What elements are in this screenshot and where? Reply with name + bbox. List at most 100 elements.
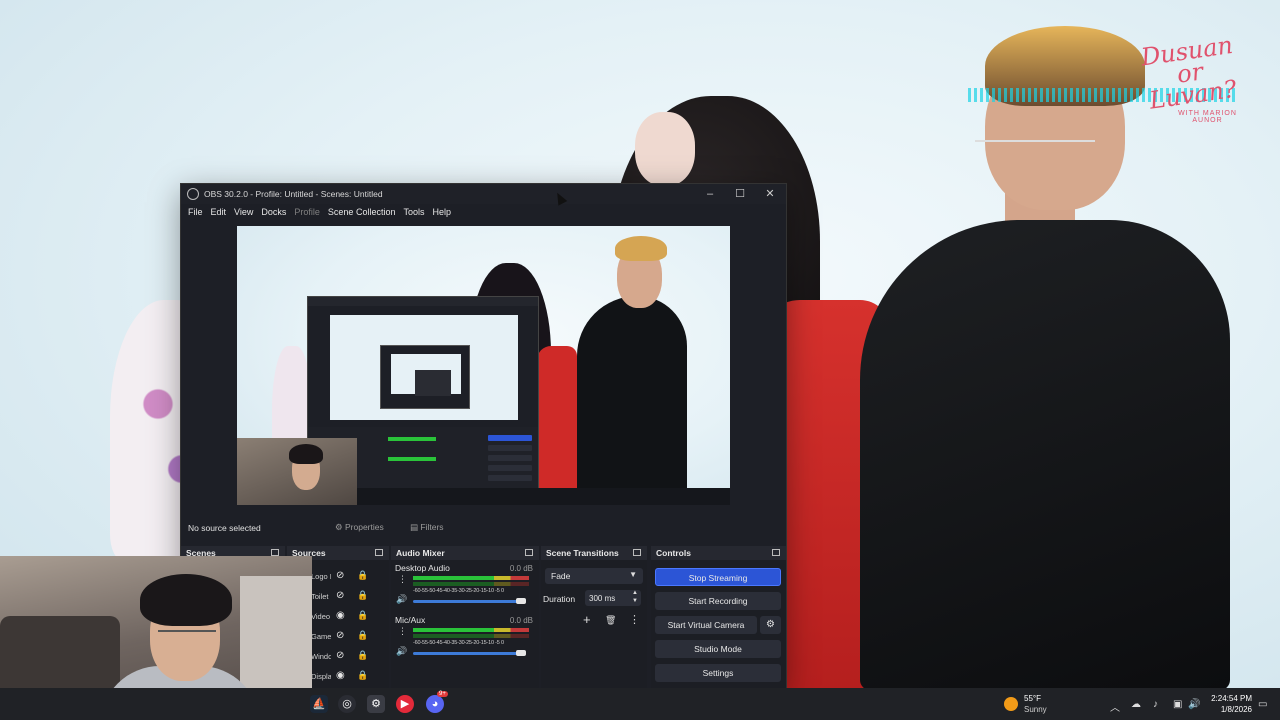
volume-slider[interactable] (413, 652, 521, 655)
meter-scale: -60-55-50-45-40-35-30-25-20-15-10 -5 0 (413, 640, 504, 646)
eye-icon[interactable]: ◉ (336, 670, 345, 681)
eye-icon[interactable]: ◉ (336, 610, 345, 621)
title-bar[interactable]: OBS 30.2.0 - Profile: Untitled - Scenes:… (181, 184, 786, 204)
lock-icon[interactable]: 🔒 (357, 570, 368, 581)
controls-dock: Controls Stop Streaming Start Recording … (651, 546, 786, 688)
eye-hidden-icon[interactable]: ⊘ (336, 590, 344, 601)
volume-slider-handle[interactable] (516, 598, 526, 604)
steam-icon[interactable]: ⛵ (310, 695, 328, 713)
menu-profile[interactable]: Profile (293, 207, 321, 217)
source-label: Windo (311, 652, 331, 661)
transition-select[interactable]: Fade ▼ (545, 568, 643, 584)
filters-button[interactable]: ▤ Filters (406, 519, 444, 535)
notification-icon[interactable]: ▭ (1258, 699, 1267, 710)
glasses (975, 140, 1095, 142)
add-transition-icon[interactable]: + (583, 612, 591, 627)
scene-transitions-header: Scene Transitions (541, 546, 647, 560)
undock-icon[interactable] (633, 549, 641, 556)
lock-icon[interactable]: 🔒 (357, 670, 368, 681)
sun-icon[interactable] (1004, 697, 1018, 711)
clock-time[interactable]: 2:24:54 PM (1200, 694, 1252, 703)
maximize-button[interactable]: ☐ (725, 184, 755, 204)
network-icon[interactable]: ▣ (1173, 699, 1182, 710)
filter-icon: ▤ (410, 522, 419, 532)
duration-value: 300 ms (589, 594, 616, 603)
undock-icon[interactable] (271, 549, 279, 556)
source-toolbar: No source selected ⚙ Properties ▤ Filter… (181, 514, 786, 540)
audio-meter (413, 628, 529, 632)
menu-bar: File Edit View Docks Profile Scene Colle… (181, 204, 786, 220)
lock-icon[interactable]: 🔒 (357, 610, 368, 621)
menu-docks[interactable]: Docks (260, 207, 287, 217)
kebab-menu-icon[interactable]: ⋮ (398, 626, 407, 637)
undock-icon[interactable] (772, 549, 780, 556)
brand-logo-subtitle: WITH MARION AUNOR (1178, 110, 1237, 124)
eye-hidden-icon[interactable]: ⊘ (336, 650, 344, 661)
preview-man-jacket (577, 296, 687, 505)
lock-icon[interactable]: 🔒 (357, 630, 368, 641)
spin-up-icon[interactable]: ▲ (632, 590, 638, 596)
duration-spinbox[interactable]: 300 ms ▲ ▼ (585, 590, 641, 606)
menu-edit[interactable]: Edit (210, 207, 228, 217)
studio-mode-button[interactable]: Studio Mode (655, 640, 781, 658)
source-label: Displa (311, 672, 331, 681)
eye-hidden-icon[interactable]: ⊘ (336, 630, 344, 641)
scene-transitions-title: Scene Transitions (546, 548, 619, 558)
nested-meter (388, 457, 436, 461)
spin-down-icon[interactable]: ▼ (632, 598, 638, 604)
weather-description[interactable]: Sunny (1024, 705, 1047, 714)
source-label: Video (311, 612, 331, 621)
preview-canvas[interactable] (237, 226, 730, 505)
menu-view[interactable]: View (233, 207, 254, 217)
close-button[interactable]: ✕ (755, 184, 785, 204)
controls-title: Controls (656, 548, 691, 558)
nested-preview-2 (391, 354, 461, 396)
chevron-up-icon[interactable]: ︿ (1110, 699, 1120, 714)
menu-tools[interactable]: Tools (402, 207, 425, 217)
start-recording-button[interactable]: Start Recording (655, 592, 781, 610)
settings-button[interactable]: Settings (655, 664, 781, 682)
weather-temperature[interactable]: 55°F (1024, 694, 1041, 703)
preview-taskbar (357, 488, 730, 505)
cloud-icon[interactable]: ☁ (1131, 699, 1141, 710)
volume-icon[interactable]: 🔊 (1188, 699, 1200, 710)
nested-button (488, 465, 532, 471)
kebab-menu-icon[interactable]: ⋮ (629, 613, 640, 626)
lock-icon[interactable]: 🔒 (357, 650, 368, 661)
speaker-icon[interactable]: 🔊 (396, 646, 407, 657)
clock-date[interactable]: 1/8/2026 (1200, 705, 1252, 714)
source-label: Game (311, 632, 331, 641)
webcam-glasses (158, 630, 216, 632)
stop-streaming-button[interactable]: Stop Streaming (655, 568, 781, 586)
volume-slider-handle[interactable] (516, 650, 526, 656)
undock-icon[interactable] (525, 549, 533, 556)
obs-taskbar-icon[interactable]: ◎ (338, 695, 356, 713)
meter-scale: -60-55-50-45-40-35-30-25-20-15-10 -5 0 (413, 588, 504, 594)
preview-red-top (537, 346, 577, 505)
settings-gear-icon[interactable]: ⚙ (367, 695, 385, 713)
properties-button[interactable]: ⚙ Properties (331, 519, 384, 535)
start-virtual-camera-button[interactable]: Start Virtual Camera (655, 616, 757, 634)
microphone-icon[interactable]: ♪ (1153, 699, 1158, 710)
menu-scene-collection[interactable]: Scene Collection (327, 207, 397, 217)
mixer-channel-name: Desktop Audio (395, 563, 450, 573)
media-player-icon[interactable]: ▶ (396, 695, 414, 713)
virtual-camera-settings-gear-icon[interactable]: ⚙ (760, 616, 781, 634)
menu-file[interactable]: File (187, 207, 204, 217)
trash-icon[interactable]: 🗑 (605, 615, 616, 626)
scene-transitions-dock: Scene Transitions Fade ▼ Duration 300 ms… (541, 546, 647, 688)
volume-slider[interactable] (413, 600, 521, 603)
lock-icon[interactable]: 🔒 (357, 590, 368, 601)
mixer-channel-name: Mic/Aux (395, 615, 426, 625)
preview-webcam (237, 438, 357, 505)
source-label: Logo I (311, 572, 331, 581)
speaker-icon[interactable]: 🔊 (396, 594, 407, 605)
brand-logo-title: Dusuan or Luvan? (1139, 30, 1239, 115)
discord-icon[interactable]: ◕ (426, 695, 444, 713)
eye-hidden-icon[interactable]: ⊘ (336, 570, 344, 581)
kebab-menu-icon[interactable]: ⋮ (398, 574, 407, 585)
menu-help[interactable]: Help (431, 207, 452, 217)
webcam-person-hair (140, 574, 232, 626)
minimize-button[interactable]: – (695, 184, 725, 204)
undock-icon[interactable] (375, 549, 383, 556)
